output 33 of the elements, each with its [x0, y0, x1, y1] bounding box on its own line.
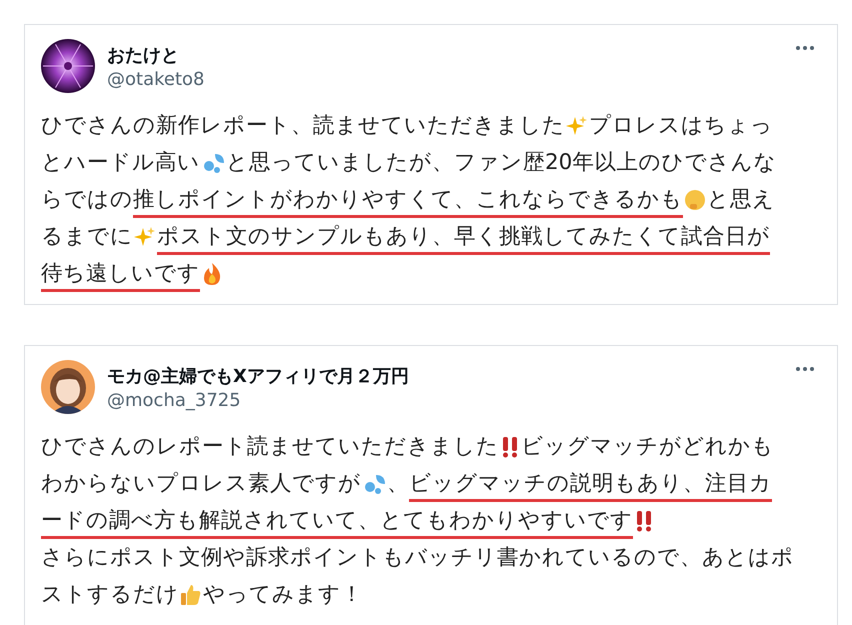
underlined-text: ポスト文のサンプルもあり、早く挑戦してみたくて試合日が: [157, 224, 770, 254]
user-name: モカ@主婦でもXアフィリで月２万円: [107, 364, 409, 388]
user-handle: @mocha_3725: [107, 390, 242, 410]
exclamation-icon: [500, 436, 520, 458]
post-text: と思っていましたが、ファン歴20年以上のひでさんな: [226, 150, 776, 176]
post-text: ストするだけ: [41, 582, 179, 608]
post-text: さらにポスト文例や訴求ポイントもバッチリ書かれているので、あとはポ: [41, 544, 794, 572]
exclamation-icon: [634, 510, 654, 532]
post-text: るまでに: [41, 224, 133, 250]
more-icon[interactable]: [795, 45, 815, 51]
post-text: プロレスはちょっ: [589, 112, 773, 140]
post-text: わからないプロレス素人ですが: [41, 470, 361, 498]
post-text: らではの: [41, 186, 133, 214]
user-handle: @otaketo8: [107, 68, 204, 90]
fire-icon: [201, 262, 223, 286]
post-text: 、: [387, 470, 409, 498]
underlined-text: 推しポイントがわかりやすくて、これならできるかも: [133, 186, 683, 218]
post-text: ひでさんのレポート読ませていただきました: [41, 434, 499, 460]
thumbs-up-icon: [180, 584, 202, 606]
more-icon[interactable]: [795, 366, 815, 372]
underlined-text: ードの調べ方も解説されていて、とてもわかりやすいです: [41, 508, 633, 538]
droplets-icon: [201, 152, 225, 174]
post-text: と思え: [707, 186, 775, 214]
sparkle-icon: [566, 114, 588, 136]
post-text: とハードル高い: [41, 150, 200, 176]
underlined-text: 待ち遠しいです: [41, 260, 200, 292]
user-name: おたけと: [107, 44, 180, 66]
post-text: ひでさんの新作レポート、読ませていただきました: [41, 112, 565, 140]
underlined-text: ビッグマッチの説明もあり、注目カ: [409, 470, 772, 502]
sparkle-icon: [134, 226, 156, 248]
post-text: ビッグマッチがどれかも: [521, 434, 774, 460]
post-text: やってみます！: [203, 582, 363, 608]
droplets-icon: [362, 472, 386, 494]
